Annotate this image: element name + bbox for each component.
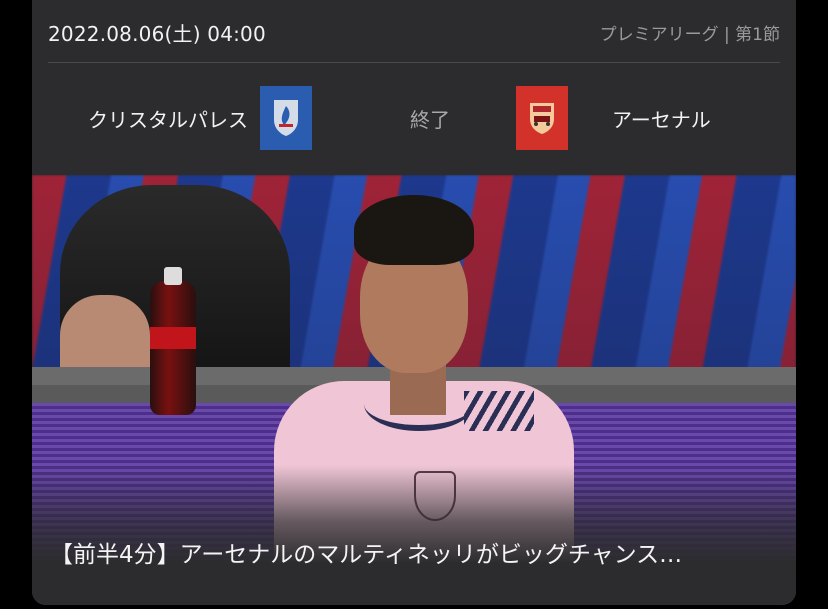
league-round: プレミアリーグ | 第1節	[599, 25, 780, 45]
match-card[interactable]: 2022.08.06(土) 04:00 プレミアリーグ | 第1節 クリスタルパ…	[32, 0, 796, 605]
video-thumbnail[interactable]: 【前半4分】アーセナルのマルティネッリがビッグチャンス…	[32, 175, 796, 605]
match-meta: 2022.08.06(土) 04:00 プレミアリーグ | 第1節	[48, 18, 780, 48]
away-team-name[interactable]: アーセナル	[612, 104, 711, 133]
home-team-name[interactable]: クリスタルパレス	[32, 104, 248, 133]
arsenal-crest-icon[interactable]	[516, 86, 568, 150]
match-datetime: 2022.08.06(土) 04:00	[48, 22, 266, 46]
scoreboard: クリスタルパレス 終了 アーセナル	[32, 84, 796, 152]
match-status: 終了	[410, 108, 450, 132]
divider	[48, 62, 780, 63]
bottle-image	[150, 267, 196, 415]
crystal-palace-crest-icon[interactable]	[260, 86, 312, 150]
video-caption[interactable]: 【前半4分】アーセナルのマルティネッリがビッグチャンス…	[50, 535, 778, 569]
